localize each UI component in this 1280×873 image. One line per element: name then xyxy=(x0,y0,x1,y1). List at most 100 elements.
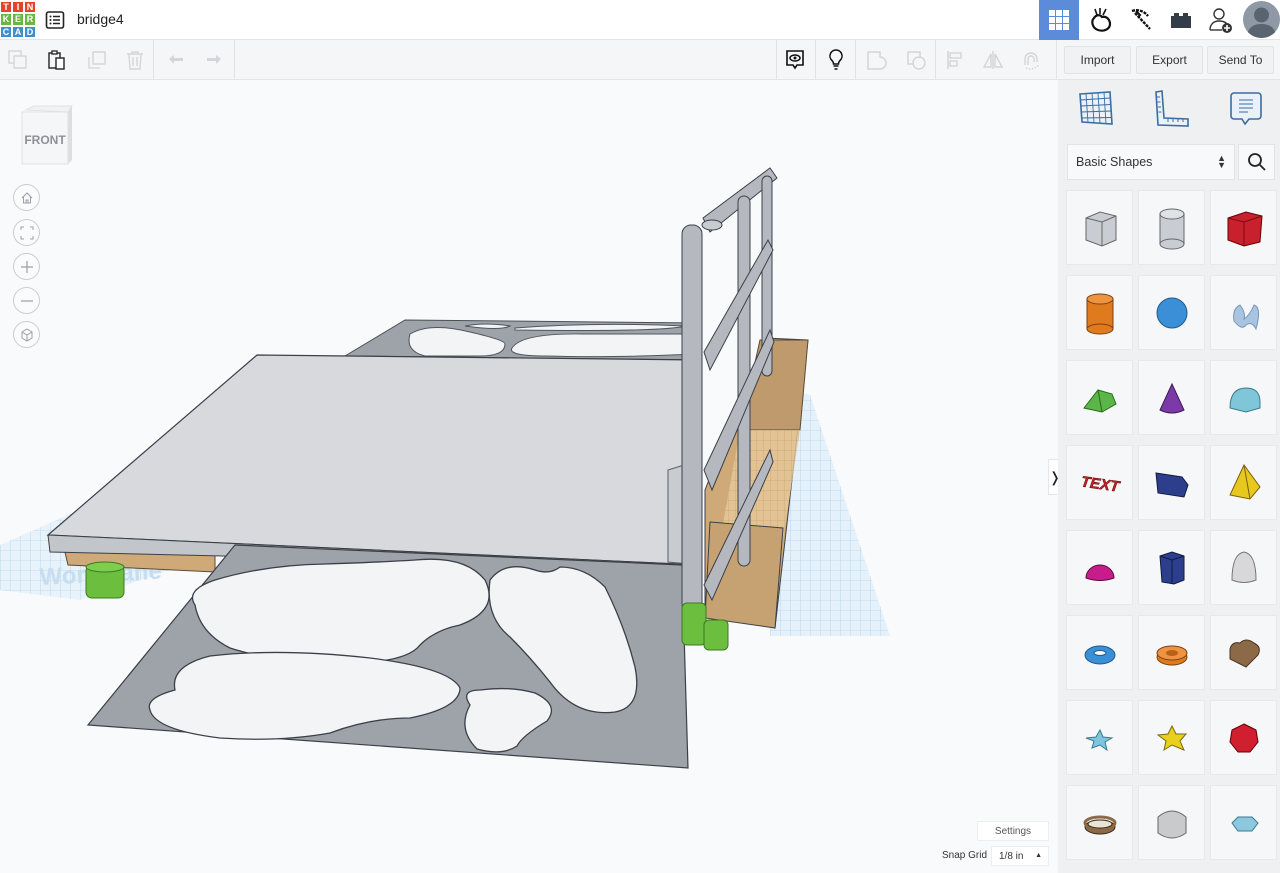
cylinder-hole-shape-icon xyxy=(1159,208,1184,249)
shape-item-scribble[interactable] xyxy=(1210,275,1277,350)
box-shape-icon xyxy=(1227,210,1263,247)
select-arrows-icon: ▲ ▼ xyxy=(1217,153,1226,170)
send-to-button[interactable]: Send To xyxy=(1207,46,1274,74)
shape-item-torus[interactable] xyxy=(1066,615,1133,690)
shape-item-icosahedron[interactable] xyxy=(1210,700,1277,775)
shape-search-button[interactable] xyxy=(1238,144,1275,180)
settings-button[interactable]: Settings xyxy=(977,821,1049,841)
shape-item-box[interactable] xyxy=(1210,190,1277,265)
zoom-in-button[interactable] xyxy=(13,253,40,280)
shape-item-cylinder[interactable] xyxy=(1066,275,1133,350)
toolbar-divider xyxy=(153,40,154,80)
logo-letter: T xyxy=(0,1,12,14)
duplicate-icon xyxy=(88,51,106,69)
shape-item-star-yellow[interactable] xyxy=(1138,700,1205,775)
logo-letter: R xyxy=(24,13,36,26)
paste-icon xyxy=(48,50,65,70)
shape-item-sphere[interactable] xyxy=(1138,275,1205,350)
design-title[interactable]: bridge4 xyxy=(77,11,124,27)
shape-item-wedge[interactable] xyxy=(1138,445,1205,520)
redo-button[interactable] xyxy=(202,48,226,72)
shape-item-half-sphere[interactable] xyxy=(1066,530,1133,605)
pyramid-shape-icon xyxy=(1228,463,1261,500)
ruler-tool-button[interactable] xyxy=(1152,88,1192,128)
group-button[interactable] xyxy=(864,48,888,72)
snap-grid-select[interactable]: 1/8 in ▲ xyxy=(991,846,1049,866)
workplane-tool-button[interactable] xyxy=(1076,88,1116,128)
show-all-button[interactable] xyxy=(783,48,807,72)
shape-item-cone[interactable] xyxy=(1138,360,1205,435)
shape-item-star[interactable] xyxy=(1066,700,1133,775)
shape-item-pyramid[interactable] xyxy=(1210,445,1277,520)
star-yellow-shape-icon xyxy=(1156,724,1187,751)
ruler-icon xyxy=(1155,90,1189,127)
align-button[interactable] xyxy=(943,48,967,72)
shape-item-roof[interactable] xyxy=(1066,360,1133,435)
notes-tool-button[interactable] xyxy=(1226,88,1266,128)
toolbar-divider xyxy=(815,40,816,80)
cruise-button[interactable] xyxy=(1019,48,1043,72)
sphere-shape-icon xyxy=(1156,297,1187,328)
tinker-hand-icon xyxy=(1091,8,1112,32)
mirror-button[interactable] xyxy=(981,48,1005,72)
delete-button[interactable] xyxy=(123,48,147,72)
invite-user-button[interactable] xyxy=(1201,0,1241,40)
shape-item-box-hole[interactable] xyxy=(1066,190,1133,265)
ungroup-icon xyxy=(907,51,926,70)
logo-letter: C xyxy=(0,25,12,38)
ungroup-button[interactable] xyxy=(904,48,928,72)
fit-icon xyxy=(20,226,33,239)
view-cube-icon: FRONT xyxy=(21,105,73,165)
fit-view-button[interactable] xyxy=(13,219,40,246)
shape-item-heart[interactable] xyxy=(1210,615,1277,690)
front-stepping-sheet xyxy=(86,544,689,769)
cone-shape-icon xyxy=(1158,382,1185,413)
snap-grid-label: Snap Grid xyxy=(942,850,988,861)
tinkercad-logo[interactable]: TINKERCAD xyxy=(0,1,36,38)
shape-item-round-roof[interactable] xyxy=(1210,360,1277,435)
copy-icon xyxy=(8,50,27,69)
shape-item-cylinder-hole[interactable] xyxy=(1138,190,1205,265)
lego-view-button[interactable] xyxy=(1161,0,1201,40)
shape-item-rounded-cube[interactable] xyxy=(1138,785,1205,860)
3d-design-view-button[interactable] xyxy=(1039,0,1079,40)
undo-button[interactable] xyxy=(164,48,188,72)
shape-item-tube[interactable] xyxy=(1138,615,1205,690)
view-cube[interactable]: FRONT xyxy=(20,104,76,173)
notes-toggle-button[interactable] xyxy=(824,48,848,72)
eye-bubble-icon xyxy=(786,50,804,70)
zoom-out-button[interactable] xyxy=(13,287,40,314)
logo-letter: E xyxy=(12,13,24,26)
svg-text:TEXT: TEXT xyxy=(1079,473,1121,495)
home-view-button[interactable] xyxy=(13,184,40,211)
duplicate-button[interactable] xyxy=(85,48,109,72)
shape-item-polygon[interactable] xyxy=(1138,530,1205,605)
shape-item-gem[interactable] xyxy=(1210,785,1277,860)
heart-shape-icon xyxy=(1229,639,1260,668)
shape-category-select[interactable]: Basic Shapes ▲ ▼ xyxy=(1067,144,1235,180)
import-button[interactable]: Import xyxy=(1064,46,1131,74)
user-avatar[interactable] xyxy=(1243,1,1280,38)
roof-shape-icon xyxy=(1082,388,1117,413)
export-button[interactable]: Export xyxy=(1136,46,1203,74)
magnet-icon xyxy=(1024,52,1040,70)
paste-button[interactable] xyxy=(45,48,69,72)
shape-item-paraboloid[interactable] xyxy=(1210,530,1277,605)
codeblocks-view-button[interactable] xyxy=(1081,0,1121,40)
view-cube-front-label: FRONT xyxy=(24,133,66,147)
perspective-button[interactable] xyxy=(13,321,40,348)
rounded-cube-shape-icon xyxy=(1157,810,1186,838)
shape-category-value: Basic Shapes xyxy=(1076,155,1153,169)
shape-item-ring[interactable] xyxy=(1066,785,1133,860)
workplane-viewport[interactable]: Workplane xyxy=(0,80,1056,873)
copy-button[interactable] xyxy=(6,48,30,72)
align-icon xyxy=(947,51,962,69)
toolbar-divider xyxy=(935,40,936,80)
export-bar: Import Export Send To xyxy=(1056,40,1280,80)
design-menu-button[interactable] xyxy=(45,10,65,30)
star-shape-icon xyxy=(1085,728,1114,751)
note-icon xyxy=(1230,92,1262,126)
minecraft-view-button[interactable] xyxy=(1121,0,1161,40)
plus-icon xyxy=(20,260,33,273)
shape-item-text[interactable]: TEXT xyxy=(1066,445,1133,520)
